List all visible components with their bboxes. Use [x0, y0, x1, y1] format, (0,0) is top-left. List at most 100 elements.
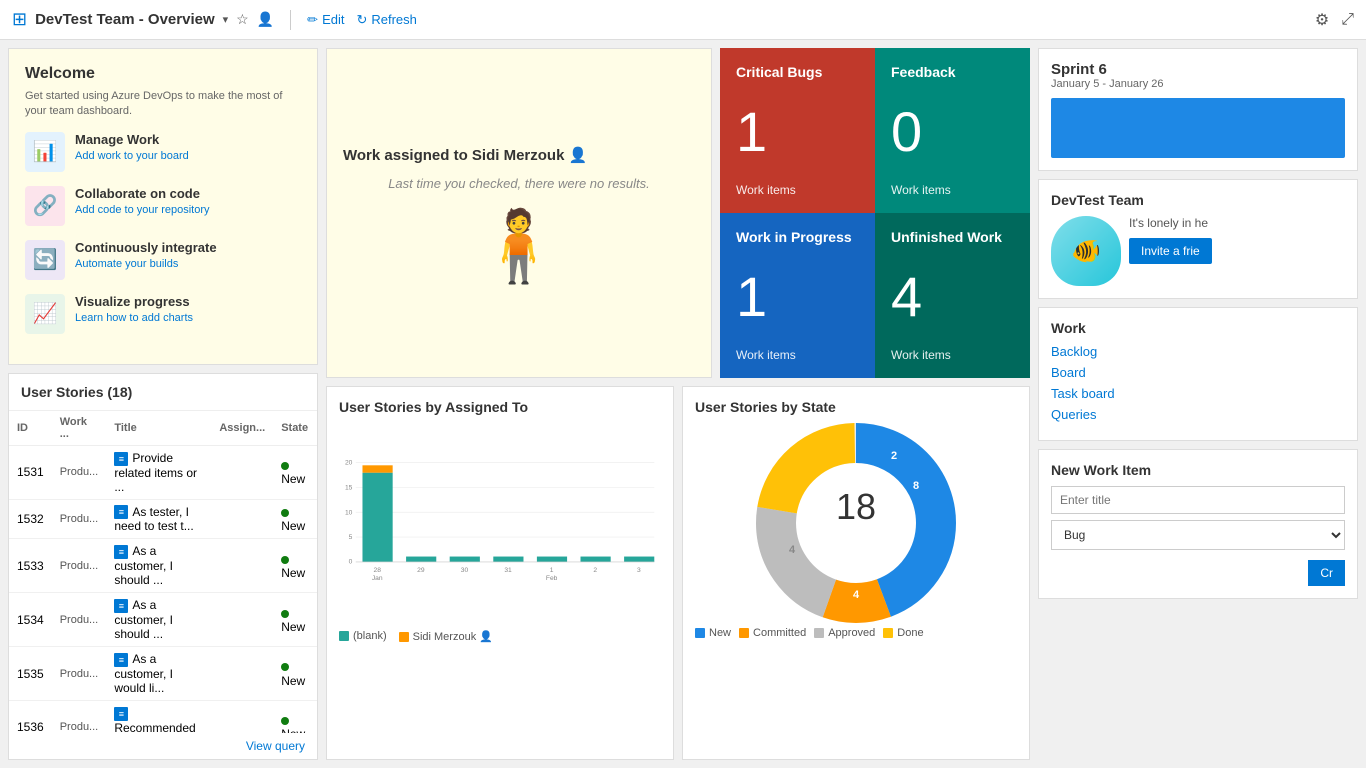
metric-title: Work in Progress [736, 229, 859, 245]
state-dot [281, 509, 289, 517]
visualize-link[interactable]: Learn how to add charts [75, 312, 193, 324]
integrate-title: Continuously integrate [75, 240, 217, 255]
metric-tile-feedback[interactable]: Feedback 0 Work items [875, 48, 1030, 213]
table-row[interactable]: 1536 Produ... ≡Recommended products... N… [9, 700, 317, 733]
welcome-item-integrate: 🔄 Continuously integrate Automate your b… [25, 240, 301, 280]
topbar-right-icons: ⚙ ⤢ [1315, 10, 1354, 30]
state-dot [281, 610, 289, 618]
table-row[interactable]: 1533 Produ... ≡As a customer, I should .… [9, 539, 317, 593]
empty-state-text: Last time you checked, there were no res… [388, 176, 650, 191]
view-query-link[interactable]: View query [9, 733, 317, 759]
work-item-icon: ≡ [114, 505, 128, 519]
svg-text:2: 2 [593, 567, 597, 574]
col-state[interactable]: State [273, 411, 317, 446]
metrics-grid: Critical Bugs 1 Work items Feedback 0 Wo… [720, 48, 1030, 378]
legend-committed: Committed [739, 627, 806, 639]
manage-work-title: Manage Work [75, 132, 189, 147]
work-item-icon: ≡ [114, 599, 128, 613]
table-row[interactable]: 1535 Produ... ≡As a customer, I would li… [9, 647, 317, 701]
legend-sidi: Sidi Merzouk 👤 [399, 630, 493, 643]
visualize-title: Visualize progress [75, 294, 193, 309]
bottom-row: User Stories by Assigned To 20 15 10 5 0 [326, 386, 1030, 760]
table-row[interactable]: 1534 Produ... ≡As a customer, I should .… [9, 593, 317, 647]
queries-link[interactable]: Queries [1051, 407, 1345, 422]
svg-text:15: 15 [345, 484, 353, 491]
table-row[interactable]: 1532 Produ... ≡As tester, I need to test… [9, 499, 317, 539]
col-id[interactable]: ID [9, 411, 52, 446]
refresh-button[interactable]: ↻ Refresh [356, 12, 416, 28]
col-work[interactable]: Work ... [52, 411, 107, 446]
metric-number: 0 [891, 104, 1014, 160]
team-icon: ⊞ [12, 9, 27, 30]
svg-text:5: 5 [349, 534, 353, 541]
right-section: Sprint 6 January 5 - January 26 DevTest … [1038, 48, 1358, 760]
edit-button[interactable]: ✏ Edit [307, 12, 344, 28]
bar-chart-svg: 20 15 10 5 0 [339, 423, 661, 623]
expand-icon[interactable]: ⤢ [1341, 11, 1354, 29]
col-assign[interactable]: Assign... [211, 411, 273, 446]
create-work-item-button[interactable]: Cr [1308, 560, 1345, 586]
svg-text:10: 10 [345, 509, 353, 516]
sprint-bar [1051, 98, 1345, 158]
stories-table-container[interactable]: ID Work ... Title Assign... State 1531 P… [9, 411, 317, 733]
welcome-card: Welcome Get started using Azure DevOps t… [8, 48, 318, 365]
devtest-team-card: DevTest Team 🐠 It's lonely in he Invite … [1038, 179, 1358, 299]
state-dot [281, 717, 289, 725]
svg-text:30: 30 [461, 567, 469, 574]
devtest-team-title: DevTest Team [1051, 192, 1345, 208]
work-links-title: Work [1051, 320, 1345, 336]
person-illustration: 🧍 [475, 211, 562, 281]
welcome-item-manage-work: 📊 Manage Work Add work to your board [25, 132, 301, 172]
stories-title: User Stories (18) [21, 384, 305, 400]
new-work-title: New Work Item [1051, 462, 1345, 478]
backlog-link[interactable]: Backlog [1051, 344, 1345, 359]
welcome-description: Get started using Azure DevOps to make t… [25, 89, 301, 120]
svg-text:4: 4 [853, 589, 860, 601]
center-section: Work assigned to Sidi Merzouk 👤 Last tim… [326, 48, 1030, 760]
svg-text:4: 4 [789, 544, 796, 556]
state-dot [281, 556, 289, 564]
donut-legend: New Committed Approved Done [695, 627, 1017, 639]
visualize-icon: 📈 [25, 294, 65, 334]
work-item-icon: ≡ [114, 653, 128, 667]
metric-tile-critical-bugs[interactable]: Critical Bugs 1 Work items [720, 48, 875, 213]
metric-tile-work-in-progress[interactable]: Work in Progress 1 Work items [720, 213, 875, 378]
dropdown-chevron-icon[interactable]: ▾ [223, 13, 229, 26]
work-item-icon: ≡ [114, 545, 128, 559]
state-dot [281, 462, 289, 470]
top-row: Work assigned to Sidi Merzouk 👤 Last tim… [326, 48, 1030, 378]
divider [290, 10, 291, 30]
metric-sub: Work items [736, 348, 859, 362]
settings-icon[interactable]: ⚙ [1315, 10, 1329, 30]
metric-tile-unfinished-work[interactable]: Unfinished Work 4 Work items [875, 213, 1030, 378]
new-work-title-input[interactable] [1051, 486, 1345, 514]
svg-text:Feb: Feb [546, 575, 558, 582]
star-icon[interactable]: ☆ [236, 11, 249, 28]
svg-text:29: 29 [417, 567, 425, 574]
svg-text:28: 28 [374, 567, 382, 574]
integrate-link[interactable]: Automate your builds [75, 258, 178, 270]
bar-chart-title: User Stories by Assigned To [339, 399, 661, 415]
sprint-title: Sprint 6 [1051, 61, 1345, 78]
edit-icon: ✏ [307, 12, 318, 28]
legend-blank: (blank) [339, 630, 387, 643]
legend-new: New [695, 627, 731, 639]
svg-text:20: 20 [345, 460, 353, 467]
collaborate-icon: 🔗 [25, 186, 65, 226]
manage-work-icon: 📊 [25, 132, 65, 172]
table-row[interactable]: 1531 Produ... ≡Provide related items or … [9, 445, 317, 499]
task-board-link[interactable]: Task board [1051, 386, 1345, 401]
collaborate-link[interactable]: Add code to your repository [75, 204, 210, 216]
legend-approved: Approved [814, 627, 875, 639]
work-links-card: Work Backlog Board Task board Queries [1038, 307, 1358, 441]
svg-text:Jan: Jan [372, 575, 383, 582]
bar-chart-card: User Stories by Assigned To 20 15 10 5 0 [326, 386, 674, 760]
person-icon[interactable]: 👤 [257, 11, 274, 28]
new-work-type-select[interactable]: Bug Task User Story [1051, 520, 1345, 550]
invite-button[interactable]: Invite a frie [1129, 238, 1212, 264]
manage-work-link[interactable]: Add work to your board [75, 150, 189, 162]
board-link[interactable]: Board [1051, 365, 1345, 380]
col-title[interactable]: Title [106, 411, 211, 446]
collaborate-title: Collaborate on code [75, 186, 210, 201]
work-assigned-title: Work assigned to Sidi Merzouk 👤 [343, 146, 587, 164]
